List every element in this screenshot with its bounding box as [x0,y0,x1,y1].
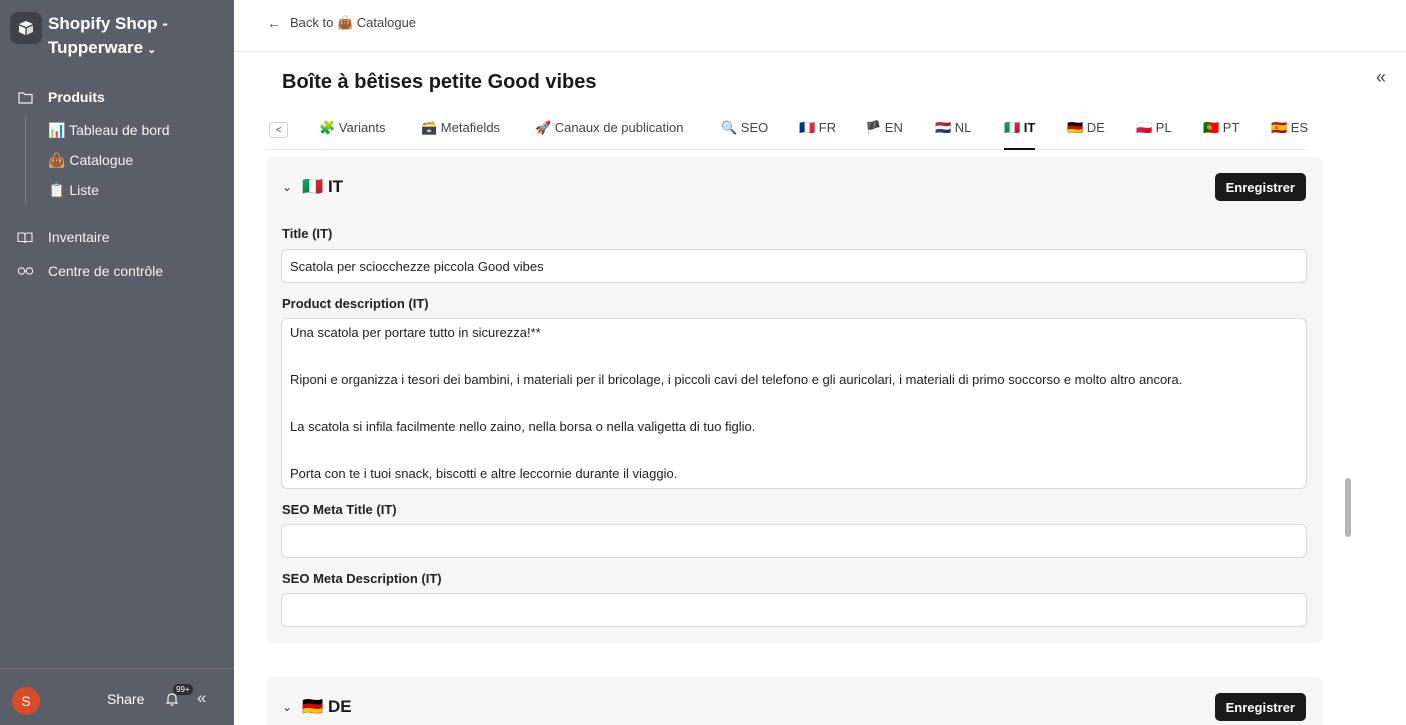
description-label: Product description (IT) [282,296,429,311]
arrow-left-icon: ← [267,15,281,31]
tab-metafields[interactable]: 🗃️ Metafields [421,120,500,150]
description-line: Porta con te i tuoi snack, biscotti e al… [290,466,678,481]
sidebar-item-label: Centre de contrôle [48,263,164,279]
glasses-icon [16,262,34,280]
sidebar-item-centre-de-controle[interactable]: Centre de contrôle [16,260,163,282]
chevron-down-icon: ⌄ [282,180,293,194]
title-label: Title (IT) [282,226,333,241]
sidebar-footer: S Share 99+ « [0,668,234,725]
tab-nl[interactable]: 🇳🇱 NL [935,120,971,150]
sidebar-item-catalogue[interactable]: 👜 Catalogue [48,150,133,170]
share-button[interactable]: Share [107,691,144,707]
section-header[interactable]: ⌄ 🇩🇪 DE [282,697,352,717]
divider [25,116,26,204]
topbar: ← Back to 👜 Catalogue [234,0,1406,52]
avatar[interactable]: S [12,687,40,715]
folder-icon [16,88,34,106]
save-button[interactable]: Enregistrer [1214,173,1306,201]
book-icon [16,228,34,246]
tab-de[interactable]: 🇩🇪 DE [1067,120,1105,150]
tab-pl[interactable]: 🇵🇱 PL [1136,120,1172,150]
seo-description-label: SEO Meta Description (IT) [282,571,442,586]
scrollbar[interactable] [1345,478,1351,537]
description-line: La scatola si infila facilmente nello za… [290,419,756,434]
chart-emoji-icon: 📊 [48,122,66,138]
sidebar-item-liste[interactable]: 📋 Liste [48,180,99,200]
description-line: Riponi e organizza i tesori dei bambini,… [290,372,1183,387]
sidebar-item-label: Produits [48,89,105,105]
tab-scroll-left-button[interactable]: < [269,122,288,138]
sidebar-item-label: Liste [69,182,99,198]
description-field[interactable]: Una scatola per portare tutto in sicurez… [281,318,1307,489]
sidebar: Shopify Shop - Tupperware ⌄ Produits 📊 Ta… [0,0,234,725]
sidebar-item-inventaire[interactable]: Inventaire [16,226,109,248]
sidebar-item-label: Inventaire [48,229,110,245]
chevron-down-icon: ⌄ [282,700,293,714]
description-line: Una scatola per portare tutto in sicurez… [290,325,541,340]
tab-en[interactable]: 🏴 EN [865,120,903,150]
tab-variants[interactable]: 🧩 Variants [319,120,386,150]
seo-description-field[interactable] [281,593,1307,627]
bag-emoji-icon: 👜 [48,152,66,168]
seo-title-label: SEO Meta Title (IT) [282,502,397,517]
back-link-label: Back to 👜 Catalogue [290,15,417,30]
sidebar-item-produits[interactable]: Produits [16,86,105,108]
sidebar-item-label: Tableau de bord [69,122,170,138]
tab-it[interactable]: 🇮🇹 IT [1004,120,1036,150]
save-button[interactable]: Enregistrer [1214,693,1306,721]
tab-es[interactable]: 🇪🇸 ES [1271,120,1308,150]
workspace-logo-icon [10,12,42,44]
tab-pt[interactable]: 🇵🇹 PT [1203,120,1239,150]
clipboard-emoji-icon: 📋 [48,182,66,198]
tab-canaux-de-publication[interactable]: 🚀 Canaux de publication [535,120,683,150]
section-title: 🇩🇪 DE [302,697,352,716]
section-it: ⌄ 🇮🇹 IT Enregistrer Title (IT) Product d… [266,157,1322,643]
sidebar-item-label: Catalogue [69,152,134,168]
seo-title-field[interactable] [281,524,1307,558]
sidebar-item-tableau-de-bord[interactable]: 📊 Tableau de bord [48,120,170,140]
collapse-sidebar-icon[interactable]: « [197,688,206,708]
section-title: 🇮🇹 IT [302,177,344,196]
section-header[interactable]: ⌄ 🇮🇹 IT [282,177,343,197]
title-field[interactable] [281,249,1307,283]
tab-seo[interactable]: 🔍 SEO [721,120,768,150]
tab-fr[interactable]: 🇫🇷 FR [799,120,836,150]
back-link[interactable]: ← Back to 👜 Catalogue [267,15,416,31]
collapse-panel-icon[interactable]: « [1376,67,1386,88]
notification-badge: 99+ [173,684,193,695]
workspace-switcher[interactable]: Shopify Shop - Tupperware ⌄ [10,12,198,62]
chevron-down-icon: ⌄ [147,44,157,56]
page-title: Boîte à bêtises petite Good vibes [282,71,597,93]
tab-bar: < 🧩 Variants 🗃️ Metafields 🚀 Canaux de p… [266,110,1308,150]
section-de: ⌄ 🇩🇪 DE Enregistrer [266,677,1322,725]
